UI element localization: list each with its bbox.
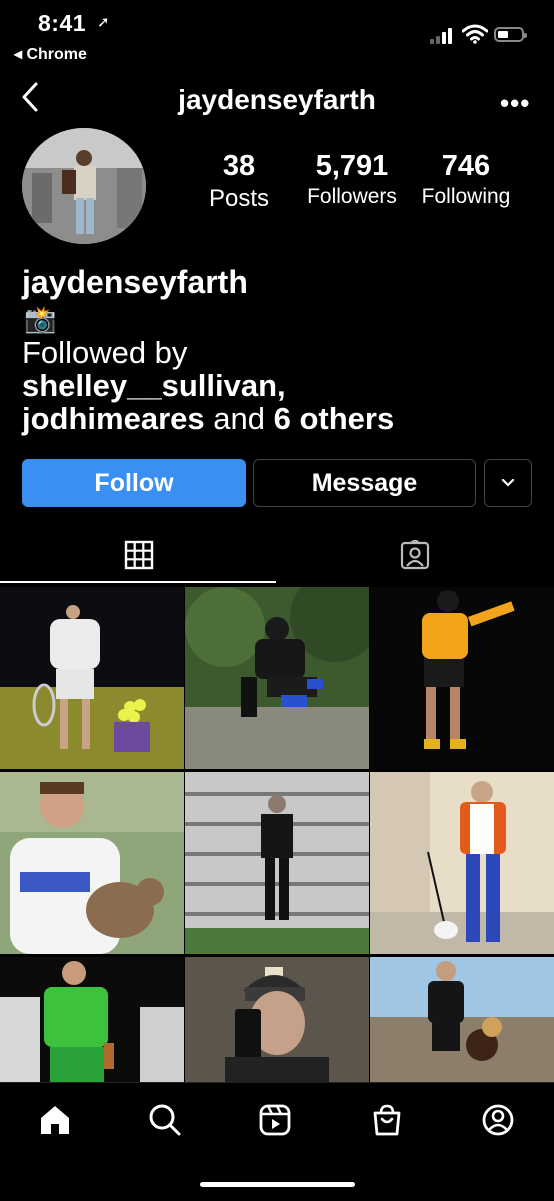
follow-button[interactable]: Follow — [22, 459, 246, 507]
cellular-signal-icon — [430, 28, 456, 44]
page-title: jaydenseyfarth — [178, 84, 376, 115]
post-thumbnail[interactable] — [185, 772, 369, 954]
grid-icon[interactable] — [124, 540, 154, 570]
location-arrow-icon: ➚ — [97, 14, 110, 31]
profile-display-name: jaydenseyfarth — [22, 264, 248, 300]
followed-by-prefix: Followed by — [22, 335, 188, 370]
post-thumbnail[interactable] — [0, 587, 184, 769]
back-to-app-link[interactable]: ◂ Chrome — [14, 44, 87, 64]
avatar-photo — [22, 128, 146, 244]
followed-user-link[interactable]: jodhimeares — [22, 401, 205, 436]
status-time: 8:41 — [38, 10, 87, 36]
followed-and: and — [213, 401, 265, 436]
reels-icon[interactable] — [258, 1103, 292, 1137]
avatar[interactable] — [22, 128, 146, 244]
followed-user-link[interactable]: shelley__sullivan, — [22, 368, 286, 403]
home-indicator — [200, 1182, 355, 1187]
following-count: 746 — [441, 150, 491, 182]
followers-count: 5,791 — [315, 150, 389, 182]
following-label: Following — [421, 185, 511, 208]
more-options-icon[interactable]: ••• — [500, 88, 530, 119]
profile-icon[interactable] — [481, 1103, 515, 1137]
stat-followers[interactable]: 5,791 Followers — [298, 150, 406, 209]
posts-label: Posts — [208, 185, 270, 212]
post-thumbnail[interactable] — [0, 772, 184, 954]
home-icon[interactable] — [38, 1103, 72, 1137]
followed-by-text[interactable]: Followed by shelley__sullivan, jodhimear… — [22, 336, 394, 435]
stat-posts[interactable]: 38 Posts — [200, 150, 278, 213]
post-thumbnail[interactable] — [370, 587, 554, 769]
search-icon[interactable] — [148, 1103, 182, 1137]
followers-label: Followers — [307, 185, 397, 208]
tagged-icon[interactable] — [400, 540, 430, 570]
post-thumbnail[interactable] — [370, 772, 554, 954]
followed-others-link[interactable]: 6 others — [274, 401, 395, 436]
chevron-down-icon — [501, 478, 515, 487]
posts-count: 38 — [222, 150, 256, 182]
post-thumbnail[interactable] — [185, 587, 369, 769]
suggested-dropdown-button[interactable] — [484, 459, 532, 507]
camera-flash-emoji: 📸 — [24, 304, 57, 334]
battery-icon — [494, 27, 527, 42]
active-tab-indicator — [0, 581, 276, 583]
message-button[interactable]: Message — [253, 459, 476, 507]
wifi-icon — [462, 24, 488, 44]
shop-icon[interactable] — [370, 1103, 404, 1137]
stat-following[interactable]: 746 Following — [412, 150, 520, 209]
